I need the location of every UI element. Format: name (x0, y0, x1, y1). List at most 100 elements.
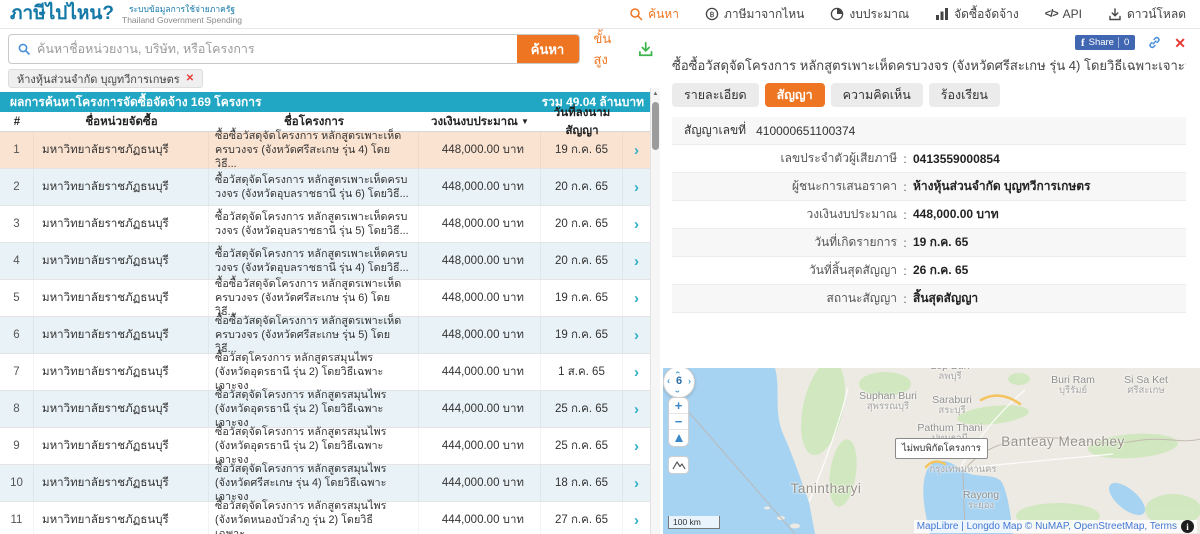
nav-item-api[interactable]: </> API (1045, 7, 1082, 21)
col-header-agency[interactable]: ชื่อหน่วยจัดซื้อ (34, 113, 209, 131)
export-download-icon[interactable] (637, 40, 654, 58)
row-agency: มหาวิทยาลัยราชภัฏธนบุรี (34, 206, 209, 242)
search-input-icon (18, 43, 31, 56)
contract-field-row: เลขประจำตัวผู้เสียภาษี : 0413559000854 (672, 145, 1186, 173)
sort-desc-icon: ▼ (521, 116, 529, 126)
contract-field-row: ผู้ชนะการเสนอราคา : ห้างหุ้นส่วนจำกัด บุ… (672, 173, 1186, 201)
copy-link-icon[interactable] (1147, 35, 1162, 50)
coin-icon: ฿ (705, 7, 719, 21)
share-count: 0 (1117, 37, 1129, 48)
row-date: 25 ก.ค. 65 (541, 428, 623, 464)
row-project: ซื้อวัสดุจัดโครงการ หลักสูตรสมุนไพร (จัง… (209, 389, 419, 429)
row-date: 18 ก.ค. 65 (541, 465, 623, 501)
row-chevron-icon[interactable]: › (623, 169, 650, 205)
table-row[interactable]: 8 มหาวิทยาลัยราชภัฏธนบุรี ซื้อวัสดุจัดโค… (0, 389, 660, 429)
row-date: 25 ก.ค. 65 (541, 391, 623, 427)
facebook-share-button[interactable]: f Share 0 (1074, 35, 1136, 50)
row-amount: 448,000.00 บาท (419, 169, 541, 205)
row-amount: 448,000.00 บาท (419, 317, 541, 353)
chip-close-icon[interactable]: ✕ (186, 73, 194, 84)
table-scrollbar[interactable]: ▲ (650, 88, 660, 534)
row-agency: มหาวิทยาลัยราชภัฏธนบุรี (34, 465, 209, 501)
table-row[interactable]: 3 มหาวิทยาลัยราชภัฏธนบุรี ซื้อวัสดุจัดโค… (0, 206, 660, 243)
row-chevron-icon[interactable]: › (623, 391, 650, 427)
row-chevron-icon[interactable]: › (623, 243, 650, 279)
tab-contract[interactable]: สัญญา (764, 83, 825, 107)
row-project: ซื้อวัสดุจัดโครงการ หลักสูตรเพาะเห็ดครบว… (209, 206, 419, 242)
row-date: 27 ก.ค. 65 (541, 502, 623, 534)
row-agency: มหาวิทยาลัยราชภัฏธนบุรี (34, 169, 209, 205)
search-button[interactable]: ค้นหา (516, 35, 579, 63)
field-value: 0413559000854 (913, 151, 1000, 166)
close-icon[interactable]: ✕ (1174, 36, 1186, 50)
col-header-project[interactable]: ชื่อโครงการ (209, 113, 419, 131)
tab-details[interactable]: รายละเอียด (672, 83, 759, 107)
attribution-links[interactable]: MapLibre | Longdo Map © NuMAP, OpenStree… (917, 521, 1177, 532)
table-row[interactable]: 4 มหาวิทยาลัยราชภัฏธนบุรี ซื้อวัสดุจัดโค… (0, 243, 660, 280)
table-row[interactable]: 11 มหาวิทยาลัยราชภัฏธนบุรี ซื้อวัสดุจัดโ… (0, 500, 660, 534)
row-date: 20 ก.ค. 65 (541, 243, 623, 279)
filter-chip[interactable]: ห้างหุ้นส่วนจำกัด บุญทวีการเกษตร ✕ (8, 69, 204, 88)
row-agency: มหาวิทยาลัยราชภัฏธนบุรี (34, 243, 209, 279)
nav-item-download[interactable]: ดาวน์โหลด (1108, 5, 1186, 24)
pan-up-icon[interactable]: › (672, 371, 682, 374)
tab-comments[interactable]: ความคิดเห็น (830, 83, 923, 107)
field-label: สถานะสัญญา (826, 291, 898, 305)
subtitle-en: Thailand Government Spending (122, 14, 243, 25)
row-number: 11 (0, 502, 34, 534)
pan-down-icon[interactable]: › (673, 390, 683, 393)
nav-item-tax-source[interactable]: ฿ ภาษีมาจากไหน (705, 5, 804, 24)
search-input[interactable] (37, 35, 517, 63)
map-canvas[interactable]: Lop Buriลพบุรี Suphan Buriสุพรรณบุรี Sar… (663, 368, 1200, 534)
advanced-search-link[interactable]: ขั้นสูง (594, 28, 625, 70)
contract-table: สัญญาเลขที่ 410000651100374 เลขประจำตัวผ… (672, 117, 1186, 313)
row-amount: 444,000.00 บาท (419, 428, 541, 464)
contract-field-row: สถานะสัญญา : สิ้นสุดสัญญา (672, 285, 1186, 313)
table-row[interactable]: 2 มหาวิทยาลัยราชภัฏธนบุรี ซื้อวัสดุจัดโค… (0, 169, 660, 206)
scrollbar-thumb[interactable] (652, 102, 659, 150)
table-row[interactable]: 7 มหาวิทยาลัยราชภัฏธนบุรี ซื้อวัสดุโครงก… (0, 352, 660, 392)
table-row[interactable]: 6 มหาวิทยาลัยราชภัฏธนบุรี ซื้อซื้อวัสดุจ… (0, 315, 660, 355)
row-agency: มหาวิทยาลัยราชภัฏธนบุรี (34, 280, 209, 316)
map-attribution: MapLibre | Longdo Map © NuMAP, OpenStree… (913, 520, 1197, 533)
row-amount: 444,000.00 บาท (419, 391, 541, 427)
tab-complaints[interactable]: ร้องเรียน (928, 83, 1000, 107)
row-chevron-icon[interactable]: › (623, 354, 650, 390)
compass-reset-button[interactable] (669, 430, 688, 446)
row-amount: 444,000.00 บาท (419, 502, 541, 534)
map-scale: 100 km (668, 516, 720, 529)
top-header: ภาษีไปไหน? ระบบข้อมูลการใช้จ่ายภาครัฐ Th… (0, 0, 1200, 29)
field-label: เลขประจำตัวผู้เสียภาษี (780, 151, 897, 165)
info-icon[interactable]: i (1181, 520, 1194, 533)
row-chevron-icon[interactable]: › (623, 428, 650, 464)
row-chevron-icon[interactable]: › (623, 132, 650, 168)
pie-chart-icon (831, 7, 844, 21)
scrollbar-up-icon[interactable]: ▲ (651, 88, 660, 97)
nav-item-budget[interactable]: งบประมาณ (830, 5, 909, 24)
col-header-no: # (13, 115, 21, 128)
table-row[interactable]: 10 มหาวิทยาลัยราชภัฏธนบุรี ซื้อวัสดุจัดโ… (0, 463, 660, 503)
row-chevron-icon[interactable]: › (623, 206, 650, 242)
row-chevron-icon[interactable]: › (623, 317, 650, 353)
zoom-in-button[interactable]: + (669, 398, 688, 414)
row-agency: มหาวิทยาลัยราชภัฏธนบุรี (34, 132, 209, 168)
row-project: ซื้อซื้อวัสดุจัดโครงการ หลักสูตรเพาะเห็ด… (209, 278, 419, 318)
nav-item-search[interactable]: ค้นหา (629, 5, 679, 24)
field-label: วันที่สิ้นสุดสัญญา (808, 263, 897, 277)
row-chevron-icon[interactable]: › (623, 502, 650, 534)
app-logo[interactable]: ภาษีไปไหน? (10, 1, 114, 27)
col-header-amount[interactable]: วงเงินงบประมาณ ▼ (419, 113, 541, 131)
terrain-toggle-button[interactable] (668, 456, 689, 474)
zoom-out-button[interactable]: − (669, 414, 688, 430)
table-row[interactable]: 5 มหาวิทยาลัยราชภัฏธนบุรี ซื้อซื้อวัสดุจ… (0, 278, 660, 318)
nav-item-procurement[interactable]: จัดซื้อจัดจ้าง (935, 5, 1019, 24)
field-value: 19 ก.ค. 65 (913, 235, 969, 249)
row-chevron-icon[interactable]: › (623, 280, 650, 316)
row-amount: 444,000.00 บาท (419, 354, 541, 390)
code-icon: </> (1044, 8, 1059, 20)
nav-label: ภาษีมาจากไหน (723, 6, 805, 21)
table-row[interactable]: 1 มหาวิทยาลัยราชภัฏธนบุรี ซื้อซื้อวัสดุจ… (0, 130, 660, 170)
table-row[interactable]: 9 มหาวิทยาลัยราชภัฏธนบุรี ซื้อวัสดุจัดโค… (0, 426, 660, 466)
row-chevron-icon[interactable]: › (623, 465, 650, 501)
contract-number-label: สัญญาเลขที่ (684, 123, 747, 137)
